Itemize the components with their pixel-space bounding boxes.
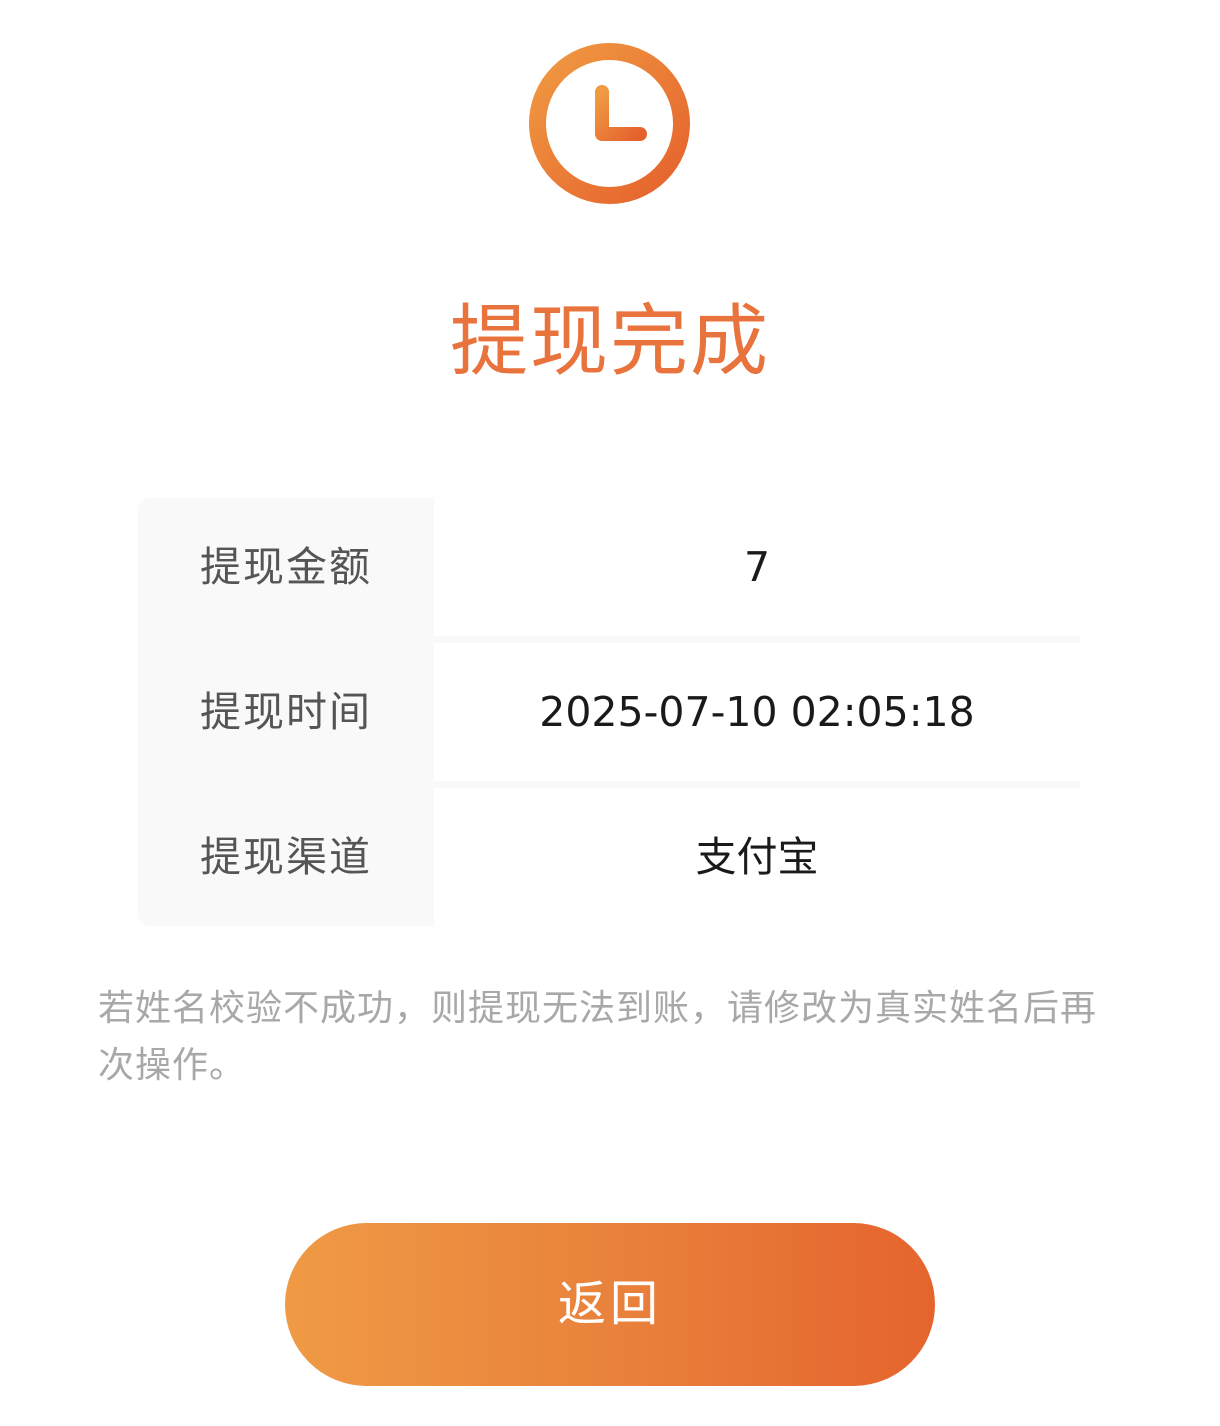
detail-row-amount: 提现金额 7 bbox=[138, 498, 1080, 636]
detail-row-time: 提现时间 2025-07-10 02:05:18 bbox=[138, 643, 1080, 781]
detail-label-channel: 提现渠道 bbox=[200, 833, 372, 881]
detail-value-channel: 支付宝 bbox=[434, 788, 1080, 926]
detail-value-amount: 7 bbox=[434, 498, 1080, 636]
detail-row-channel: 提现渠道 支付宝 bbox=[138, 788, 1080, 926]
name-verification-notice: 若姓名校验不成功，则提现无法到账，请修改为真实姓名后再次操作。 bbox=[98, 988, 1098, 1086]
clock-icon bbox=[528, 42, 691, 205]
detail-label-time: 提现时间 bbox=[200, 688, 372, 736]
page-title: 提现完成 bbox=[449, 297, 770, 387]
detail-value-time: 2025-07-10 02:05:18 bbox=[434, 643, 1080, 781]
detail-label-amount: 提现金额 bbox=[200, 543, 372, 591]
back-button[interactable]: 返回 bbox=[285, 1223, 935, 1386]
withdrawal-result-page: 提现完成 提现金额 7 提现时间 2025-07-10 02:05:18 提现渠… bbox=[0, 0, 1220, 1426]
withdrawal-details-table: 提现金额 7 提现时间 2025-07-10 02:05:18 提现渠道 支付宝 bbox=[138, 498, 1080, 926]
